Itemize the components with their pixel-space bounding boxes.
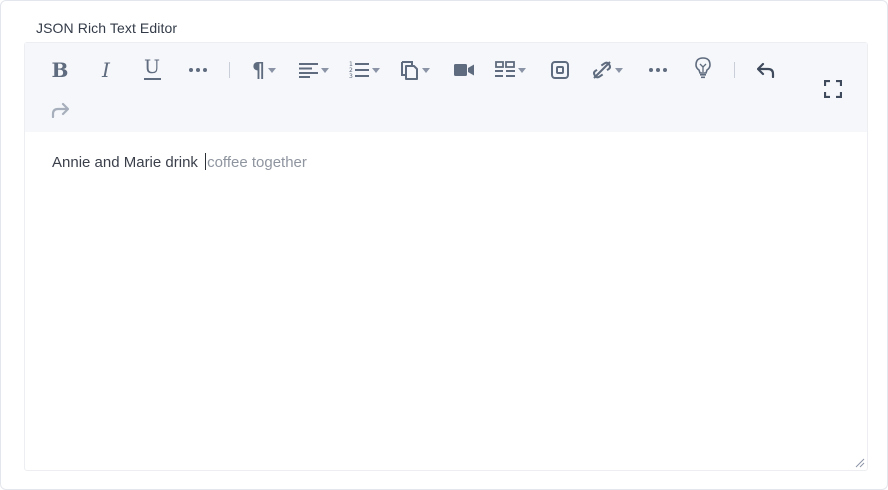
- autocomplete-suggestion: coffee together: [207, 154, 307, 171]
- chevron-down-icon: [321, 67, 329, 73]
- ellipsis-icon: [189, 68, 207, 72]
- bold-icon: B: [51, 58, 69, 82]
- italic-button[interactable]: I: [93, 56, 119, 84]
- embed-block-button[interactable]: [547, 56, 573, 84]
- text-cursor: [205, 153, 207, 170]
- bold-button[interactable]: B: [47, 56, 73, 84]
- underline-button[interactable]: U: [139, 55, 165, 83]
- table-button[interactable]: [493, 56, 527, 84]
- ordered-list-icon: 1 2 3: [349, 61, 369, 79]
- chevron-down-icon: [517, 67, 526, 73]
- chevron-down-icon: [614, 67, 623, 73]
- editor-content[interactable]: Annie and Marie drink coffee together: [52, 153, 307, 171]
- list-button[interactable]: 1 2 3: [347, 56, 381, 84]
- more-options-button[interactable]: [645, 56, 671, 84]
- field-label: JSON Rich Text Editor: [36, 20, 178, 36]
- video-camera-icon: [454, 64, 474, 76]
- align-left-icon: [299, 63, 318, 78]
- fullscreen-icon: [824, 80, 842, 98]
- more-formatting-button[interactable]: [185, 56, 211, 84]
- redo-icon: [51, 102, 69, 118]
- chevron-down-icon: [371, 67, 380, 73]
- resize-handle-icon[interactable]: [855, 458, 865, 468]
- unlink-icon: [592, 61, 611, 79]
- text-align-button[interactable]: [297, 56, 331, 84]
- copy-document-icon: [400, 60, 418, 80]
- redo-button[interactable]: [47, 96, 73, 124]
- toolbar-separator: [734, 62, 735, 78]
- embed-asset-button[interactable]: [398, 56, 432, 84]
- ai-assistant-button[interactable]: [690, 54, 716, 82]
- svg-text:3: 3: [349, 73, 353, 79]
- toolbar-separator: [229, 62, 230, 78]
- rich-text-field-card: JSON Rich Text Editor B I U ¶ 1 2 3 Anni…: [0, 0, 888, 490]
- underline-icon: U: [143, 56, 160, 78]
- frame-icon: [551, 61, 569, 79]
- rich-text-editor[interactable]: B I U ¶ 1 2 3 Annie and Marie drink coff…: [24, 42, 868, 471]
- underline-bar: [143, 78, 161, 80]
- video-button[interactable]: [451, 56, 477, 84]
- editor-toolbar: B I U ¶ 1 2 3: [25, 43, 867, 132]
- undo-icon: [757, 62, 775, 78]
- pilcrow-icon: ¶: [252, 58, 265, 82]
- chevron-down-icon: [267, 67, 276, 73]
- italic-icon: I: [102, 58, 110, 82]
- chevron-down-icon: [421, 67, 430, 73]
- paragraph-style-button[interactable]: ¶: [247, 56, 281, 84]
- table-icon: [494, 61, 515, 77]
- undo-button[interactable]: [753, 56, 779, 84]
- fullscreen-button[interactable]: [820, 75, 846, 103]
- lightbulb-icon: [695, 57, 711, 79]
- typed-text: Annie and Marie drink: [52, 154, 203, 171]
- link-button[interactable]: [590, 56, 624, 84]
- ellipsis-icon: [649, 68, 667, 72]
